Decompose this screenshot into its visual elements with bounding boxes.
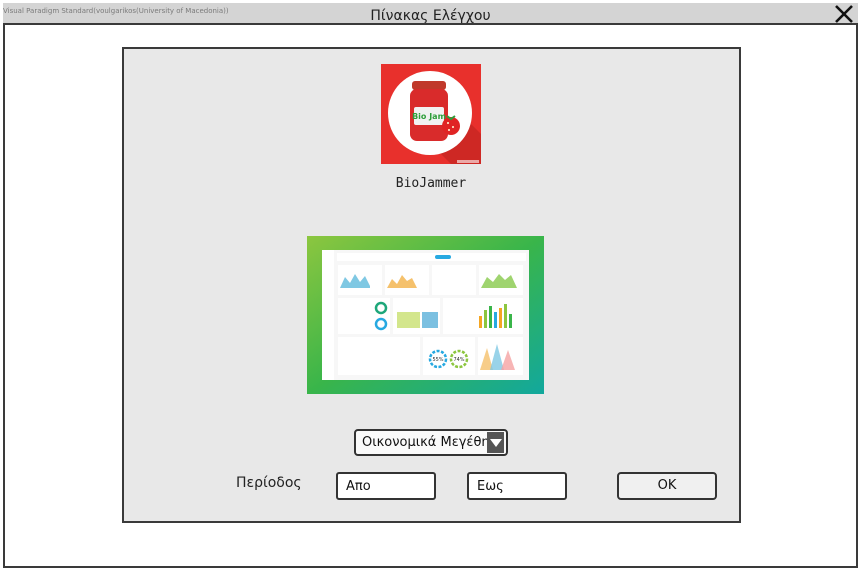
to-field-box <box>467 472 567 500</box>
from-field-box <box>336 472 436 500</box>
donut-value-2: 74% <box>453 357 464 363</box>
donut-value-1: 55% <box>432 357 443 363</box>
logo-label: Bio Jam <box>412 112 446 121</box>
dropdown-value: Οικονομικά Μεγέθη <box>362 435 488 450</box>
app-name: BioJammer <box>395 176 467 191</box>
jam-jar-logo-icon: Bio Jam <box>381 64 481 164</box>
to-date-input[interactable] <box>469 474 565 498</box>
dashboard-preview-image: 55% 74% <box>307 236 544 394</box>
window-title: Πίνακας Ελέγχου <box>370 8 491 24</box>
from-date-input[interactable] <box>338 474 434 498</box>
close-icon[interactable] <box>834 4 854 24</box>
chevron-down-icon[interactable] <box>487 432 504 453</box>
ok-button[interactable]: OK <box>617 472 717 500</box>
period-label: Περίοδος <box>236 475 302 491</box>
title-bar: Visual Paradigm Standard(voulgarikos(Uni… <box>3 3 858 25</box>
category-dropdown[interactable]: Οικονομικά Μεγέθη <box>354 429 508 456</box>
